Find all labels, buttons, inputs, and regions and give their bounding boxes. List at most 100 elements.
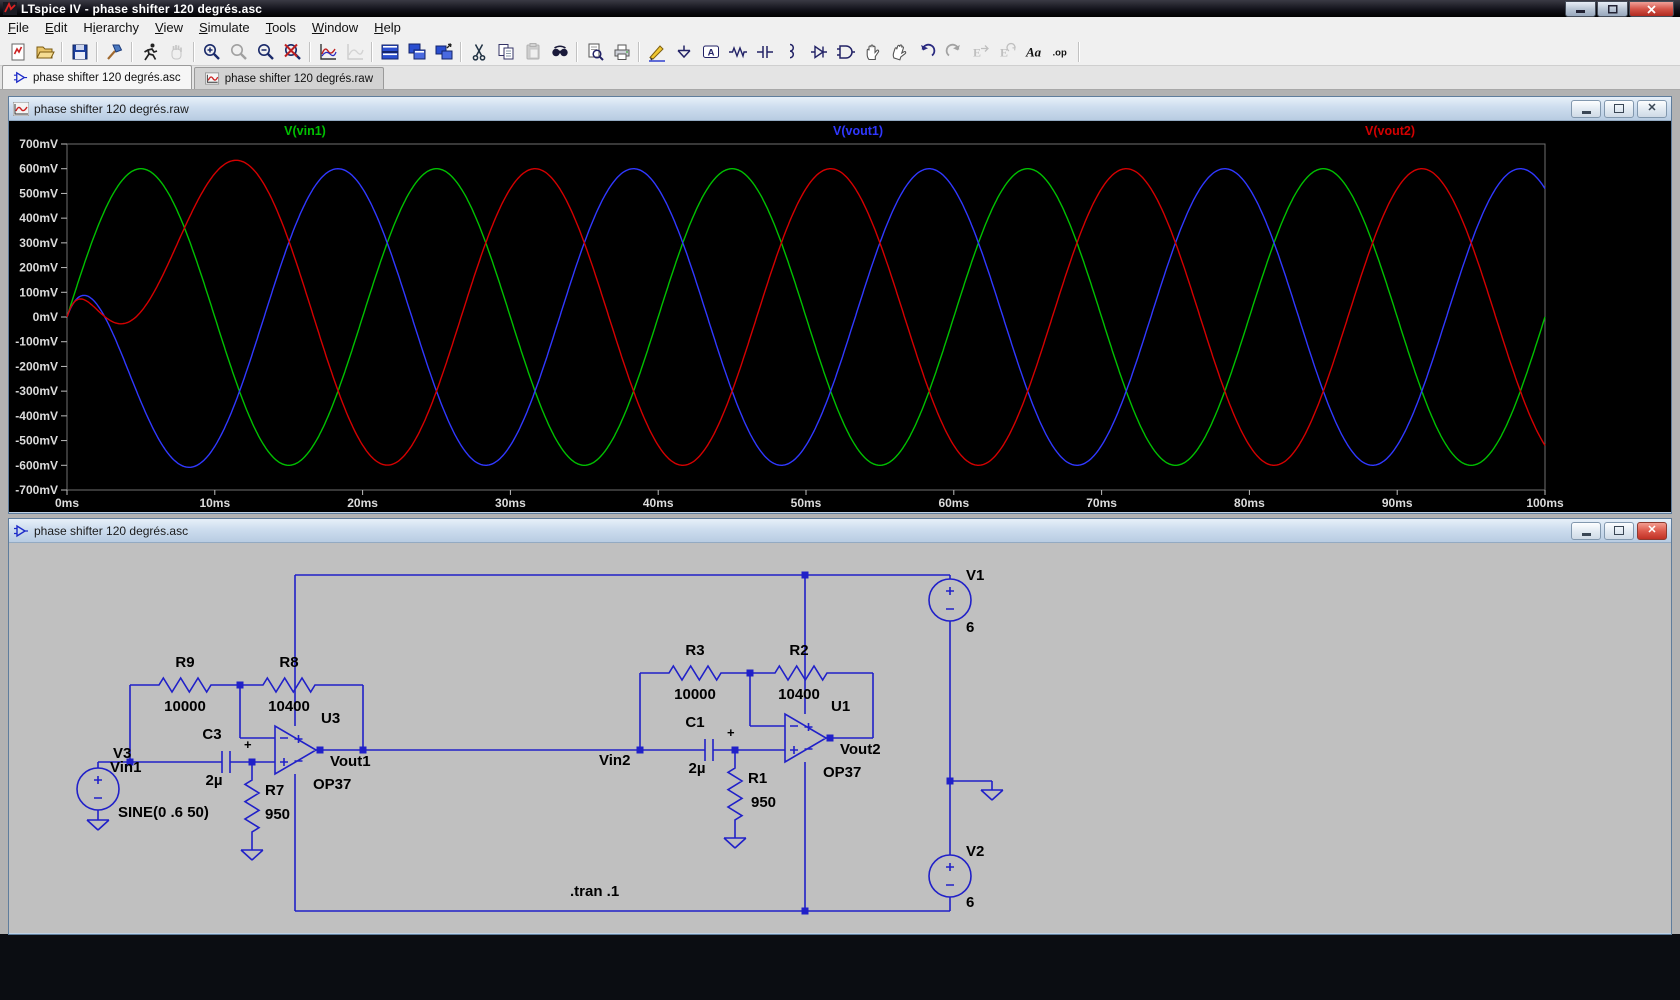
schematic-label-u1-value[interactable]: OP37 — [823, 764, 861, 781]
menu-edit[interactable]: Edit — [37, 18, 75, 37]
menu-tools[interactable]: Tools — [258, 18, 304, 37]
schematic-label-c1-value[interactable]: 2µ — [689, 760, 706, 777]
cut-button[interactable] — [465, 39, 492, 65]
schematic-label-r9-value[interactable]: 10000 — [164, 698, 206, 715]
capacitor-button[interactable] — [751, 39, 778, 65]
tab-label: phase shifter 120 degrés.raw — [225, 73, 373, 85]
trace-V(vout2)[interactable] — [67, 160, 1545, 465]
schematic-label-v1-value[interactable]: 6 — [966, 619, 974, 636]
schematic-label-r1-value[interactable]: 950 — [751, 794, 776, 811]
junction-node — [802, 908, 809, 915]
menu-view[interactable]: View — [147, 18, 191, 37]
print-button[interactable] — [608, 39, 635, 65]
schematic-label-r7-value[interactable]: 950 — [265, 806, 290, 823]
find-button[interactable] — [546, 39, 573, 65]
schematic-label-u3-ref[interactable]: U3 — [321, 710, 340, 727]
drag-button[interactable] — [886, 39, 913, 65]
schematic-label-c3-value[interactable]: 2µ — [206, 772, 223, 789]
component-icon — [836, 42, 856, 62]
text-button[interactable]: Aa — [1021, 39, 1048, 65]
print-preview-button[interactable] — [581, 39, 608, 65]
schematic-label-r9-ref[interactable]: R9 — [175, 654, 194, 671]
control-panel-button[interactable] — [101, 39, 128, 65]
schematic-label-v2-value[interactable]: 6 — [966, 894, 974, 911]
schematic-label-vout2-net[interactable]: Vout2 — [840, 741, 881, 758]
wave-minimize-button[interactable] — [1571, 100, 1601, 118]
schematic-label-r2-value[interactable]: 10400 — [778, 686, 820, 703]
component-button[interactable] — [832, 39, 859, 65]
diode-button[interactable] — [805, 39, 832, 65]
schematic-label-r2-ref[interactable]: R2 — [789, 642, 808, 659]
schematic-window-titlebar[interactable]: phase shifter 120 degrés.asc ✕ — [9, 519, 1671, 543]
move-button[interactable] — [859, 39, 886, 65]
schematic-label-tran-directive[interactable]: .tran .1 — [570, 883, 619, 900]
arrange-windows-button[interactable] — [430, 39, 457, 65]
wave-close-button[interactable]: ✕ — [1637, 100, 1667, 118]
legend-V(vin1)[interactable]: V(vin1) — [284, 124, 326, 138]
zoom-out-button[interactable] — [252, 39, 279, 65]
tile-windows-button[interactable] — [376, 39, 403, 65]
schematic-close-button[interactable]: ✕ — [1637, 522, 1667, 540]
inductor-button[interactable] — [778, 39, 805, 65]
tab-asc[interactable]: phase shifter 120 degrés.asc — [2, 65, 192, 89]
schematic-label-vout1-net[interactable]: Vout1 — [330, 753, 371, 770]
save-button[interactable] — [66, 39, 93, 65]
wave-restore-button[interactable] — [1604, 100, 1634, 118]
schematic-label-r8-value[interactable]: 10400 — [268, 698, 310, 715]
zoom-in-icon — [202, 42, 222, 62]
run-button[interactable] — [136, 39, 163, 65]
legend-V(vout2)[interactable]: V(vout2) — [1365, 124, 1415, 138]
copy-button[interactable] — [492, 39, 519, 65]
legend-V(vout1)[interactable]: V(vout1) — [833, 124, 883, 138]
schematic-label-r3-value[interactable]: 10000 — [674, 686, 716, 703]
schematic-label-v3-value[interactable]: SINE(0 .6 50) — [118, 804, 209, 821]
zoom-full-extents-button[interactable] — [279, 39, 306, 65]
new-schematic-button[interactable] — [4, 39, 31, 65]
zoom-in-button[interactable] — [198, 39, 225, 65]
diode-icon — [809, 42, 829, 62]
schematic-label-c1-plus[interactable]: + — [727, 725, 735, 740]
toolbar-separator — [460, 42, 462, 62]
menu-help[interactable]: Help — [366, 18, 409, 37]
capacitor-icon — [755, 42, 775, 62]
open-button[interactable] — [31, 39, 58, 65]
net-label-button[interactable]: A — [697, 39, 724, 65]
menu-window[interactable]: Window — [304, 18, 366, 37]
junction-node — [249, 759, 256, 766]
app-minimize-button[interactable] — [1565, 1, 1596, 17]
app-maximize-button[interactable] — [1597, 1, 1628, 17]
schematic-label-v1-ref[interactable]: V1 — [966, 567, 984, 584]
wire-button[interactable] — [643, 39, 670, 65]
spice-directive-button[interactable]: .op — [1048, 39, 1075, 65]
cascade-windows-button[interactable] — [403, 39, 430, 65]
schematic-label-r8-ref[interactable]: R8 — [279, 654, 298, 671]
schematic-canvas[interactable]: V3Vin1SINE(0 .6 50)R910000R810400C3+2µU3… — [9, 543, 1671, 933]
waveform-window-titlebar[interactable]: phase shifter 120 degrés.raw ✕ — [9, 97, 1671, 121]
schematic-label-vin2-net[interactable]: Vin2 — [599, 752, 630, 769]
autorange-y-button[interactable] — [314, 39, 341, 65]
schematic-label-r1-ref[interactable]: R1 — [748, 770, 767, 787]
zoom-full-extents-icon — [283, 42, 303, 62]
schematic-label-c1-ref[interactable]: C1 — [685, 714, 704, 731]
schematic-label-vin1-net[interactable]: Vin1 — [110, 759, 141, 776]
waveform-plot-area[interactable]: V(vin1)V(vout1)V(vout2)700mV600mV500mV40… — [9, 121, 1671, 512]
schematic-label-r7-ref[interactable]: R7 — [265, 782, 284, 799]
schematic-label-r3-ref[interactable]: R3 — [685, 642, 704, 659]
menu-hierarchy[interactable]: Hierarchy — [75, 18, 147, 37]
tab-raw[interactable]: phase shifter 120 degrés.raw — [194, 67, 384, 89]
resistor-button[interactable] — [724, 39, 751, 65]
app-close-button[interactable] — [1629, 1, 1674, 17]
schematic-label-u3-value[interactable]: OP37 — [313, 776, 351, 793]
schematic-label-c3-ref[interactable]: C3 — [202, 726, 221, 743]
schematic-restore-button[interactable] — [1604, 522, 1634, 540]
plot-settings-icon — [345, 42, 365, 62]
menu-simulate[interactable]: Simulate — [191, 18, 258, 37]
schematic-label-v2-ref[interactable]: V2 — [966, 843, 984, 860]
menu-file[interactable]: File — [0, 18, 37, 37]
schematic-label-c3-plus[interactable]: + — [244, 737, 252, 752]
undo-button[interactable] — [913, 39, 940, 65]
schematic-minimize-button[interactable] — [1571, 522, 1601, 540]
ground-button[interactable] — [670, 39, 697, 65]
trace-V(vin1)[interactable] — [67, 169, 1545, 466]
schematic-label-u1-ref[interactable]: U1 — [831, 698, 850, 715]
